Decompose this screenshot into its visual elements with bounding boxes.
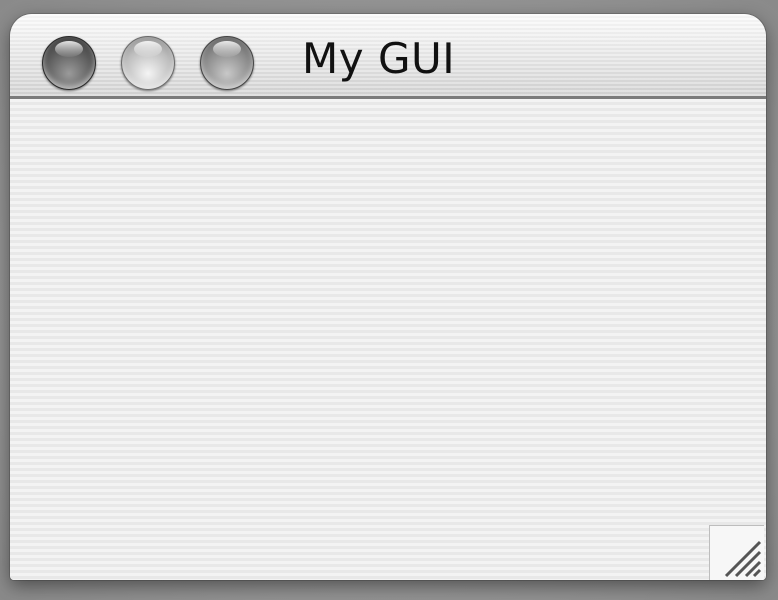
window-title: My GUI (302, 34, 456, 83)
resize-grip-icon (724, 540, 762, 578)
minimize-button[interactable] (121, 36, 175, 90)
resize-grip[interactable] (709, 525, 764, 580)
zoom-button[interactable] (200, 36, 254, 90)
close-button[interactable] (42, 36, 96, 90)
app-window: My GUI (10, 14, 766, 580)
desktop: My GUI (0, 0, 778, 600)
window-content (10, 99, 766, 580)
title-bar[interactable]: My GUI (10, 14, 766, 99)
